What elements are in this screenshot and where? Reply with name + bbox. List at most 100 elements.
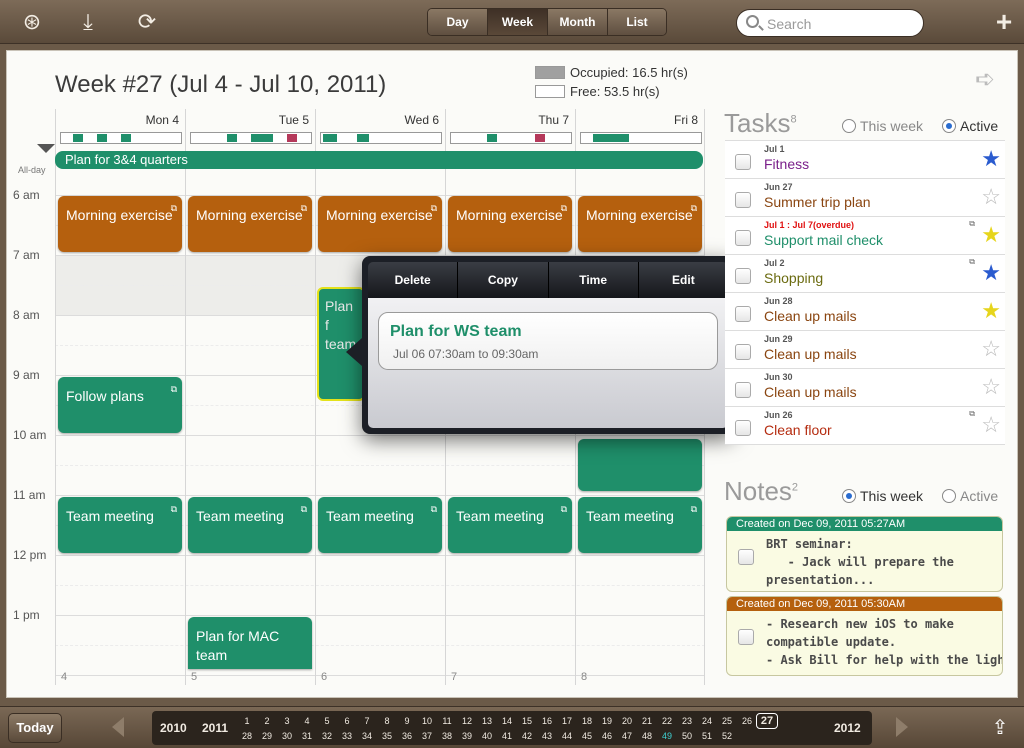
notes-filter-active[interactable]: Active — [942, 488, 998, 504]
task-checkbox[interactable] — [735, 154, 751, 170]
week-number[interactable]: 4 — [298, 714, 316, 728]
week-number[interactable]: 23 — [678, 714, 696, 728]
note-checkbox[interactable] — [738, 549, 754, 565]
year-prev[interactable]: 2010 — [160, 721, 187, 735]
event-team-meeting[interactable]: ⧉ Team meeting — [58, 497, 182, 553]
week-number[interactable]: 44 — [558, 729, 576, 743]
event-team-meeting[interactable]: ⧉ Team meeting — [578, 497, 702, 553]
week-number[interactable]: 18 — [578, 714, 596, 728]
task-checkbox[interactable] — [735, 230, 751, 246]
week-number[interactable]: 31 — [298, 729, 316, 743]
task-item[interactable]: Jun 28 Clean up mails ★ — [725, 293, 1005, 331]
week-number[interactable]: 11 — [438, 714, 456, 728]
week-number[interactable]: 38 — [438, 729, 456, 743]
task-checkbox[interactable] — [735, 420, 751, 436]
week-number[interactable]: 12 — [458, 714, 476, 728]
tab-day[interactable]: Day — [428, 9, 488, 35]
copy-button[interactable]: Copy — [458, 262, 549, 298]
tab-month[interactable]: Month — [548, 9, 608, 35]
star-icon[interactable]: ★ — [981, 300, 1001, 322]
week-number[interactable]: 26 — [738, 714, 756, 728]
note-checkbox[interactable] — [738, 629, 754, 645]
week-number[interactable]: 19 — [598, 714, 616, 728]
prev-arrow-icon[interactable] — [112, 717, 124, 737]
download-icon[interactable]: ⤓ — [74, 8, 102, 36]
task-checkbox[interactable] — [735, 382, 751, 398]
week-number[interactable]: 40 — [478, 729, 496, 743]
forward-arrow-icon[interactable]: ➪ — [975, 67, 1001, 93]
week-number[interactable]: 21 — [638, 714, 656, 728]
week-number[interactable]: 5 — [318, 714, 336, 728]
week-number[interactable]: 34 — [358, 729, 376, 743]
week-number[interactable]: 41 — [498, 729, 516, 743]
week-number[interactable]: 39 — [458, 729, 476, 743]
star-icon[interactable]: ★ — [981, 148, 1001, 170]
tasks-filter-active[interactable]: Active — [942, 118, 998, 134]
next-arrow-icon[interactable] — [896, 717, 908, 737]
week-number[interactable]: 36 — [398, 729, 416, 743]
sync-account-icon[interactable]: ⊛ — [18, 8, 46, 36]
week-number[interactable]: 37 — [418, 729, 436, 743]
week-number[interactable]: 51 — [698, 729, 716, 743]
week-number[interactable]: 14 — [498, 714, 516, 728]
week-number[interactable]: 1 — [238, 714, 256, 728]
week-number[interactable]: 2 — [258, 714, 276, 728]
week-number[interactable]: 7 — [358, 714, 376, 728]
star-icon[interactable]: ★ — [981, 262, 1001, 284]
edit-button[interactable]: Edit — [639, 262, 728, 298]
week-number[interactable]: 22 — [658, 714, 676, 728]
star-outline-icon[interactable]: ☆ — [981, 376, 1001, 398]
week-number[interactable]: 29 — [258, 729, 276, 743]
event-hidden-fri[interactable] — [578, 439, 702, 491]
week-number[interactable]: 33 — [338, 729, 356, 743]
event-morning-exercise[interactable]: ⧉ Morning exercise — [578, 196, 702, 252]
week-number[interactable]: 15 — [518, 714, 536, 728]
week-number[interactable]: 10 — [418, 714, 436, 728]
task-item[interactable]: Jun 30 Clean up mails ☆ — [725, 369, 1005, 407]
week-number[interactable]: 32 — [318, 729, 336, 743]
event-morning-exercise[interactable]: ⧉ Morning exercise — [188, 196, 312, 252]
event-team-meeting[interactable]: ⧉ Team meeting — [318, 497, 442, 553]
event-detail-card[interactable]: Plan for WS team Jul 06 07:30am to 09:30… — [378, 312, 718, 370]
star-outline-icon[interactable]: ☆ — [981, 186, 1001, 208]
week-number[interactable]: 48 — [638, 729, 656, 743]
task-checkbox[interactable] — [735, 306, 751, 322]
week-number[interactable]: 49 — [658, 729, 676, 743]
tab-week[interactable]: Week — [488, 9, 548, 35]
week-scrubber[interactable]: 2010 2011 1 2 3 4 5 6 7 8 9 10 11 12 13 14 15 16 17 18 19 2… — [152, 711, 872, 745]
week-number[interactable]: 43 — [538, 729, 556, 743]
week-number[interactable]: 28 — [238, 729, 256, 743]
week-number[interactable]: 52 — [718, 729, 736, 743]
note-item[interactable]: Created on Dec 09, 2011 05:27AM BRT semi… — [726, 516, 1003, 592]
share-icon[interactable]: ⇪ — [986, 715, 1014, 741]
week-number[interactable]: 13 — [478, 714, 496, 728]
week-number[interactable]: 16 — [538, 714, 556, 728]
event-team-meeting[interactable]: ⧉ Team meeting — [188, 497, 312, 553]
week-number[interactable]: 8 — [378, 714, 396, 728]
week-number[interactable]: 27 — [756, 713, 778, 729]
week-number[interactable]: 50 — [678, 729, 696, 743]
week-number[interactable]: 3 — [278, 714, 296, 728]
star-icon[interactable]: ★ — [981, 224, 1001, 246]
star-outline-icon[interactable]: ☆ — [981, 414, 1001, 436]
week-number[interactable]: 20 — [618, 714, 636, 728]
time-button[interactable]: Time — [549, 262, 639, 298]
delete-button[interactable]: Delete — [368, 262, 459, 298]
week-number[interactable]: 6 — [338, 714, 356, 728]
week-number[interactable]: 9 — [398, 714, 416, 728]
task-checkbox[interactable] — [735, 344, 751, 360]
task-item[interactable]: Jul 2 Shopping ⧉ ★ — [725, 255, 1005, 293]
task-item[interactable]: Jun 29 Clean up mails ☆ — [725, 331, 1005, 369]
allday-collapse-icon[interactable] — [37, 144, 55, 153]
task-item[interactable]: Jun 27 Summer trip plan ☆ — [725, 179, 1005, 217]
year-next[interactable]: 2012 — [834, 721, 861, 735]
week-number[interactable]: 42 — [518, 729, 536, 743]
task-item[interactable]: Jul 1 : Jul 7(overdue) Support mail chec… — [725, 217, 1005, 255]
event-team-meeting[interactable]: ⧉ Team meeting — [448, 497, 572, 553]
task-item[interactable]: Jun 26 Clean floor ⧉ ☆ — [725, 407, 1005, 445]
week-number[interactable]: 47 — [618, 729, 636, 743]
event-follow-plans[interactable]: ⧉ Follow plans — [58, 377, 182, 433]
week-number[interactable]: 46 — [598, 729, 616, 743]
event-morning-exercise[interactable]: ⧉ Morning exercise — [448, 196, 572, 252]
refresh-icon[interactable]: ⟳ — [133, 8, 161, 36]
